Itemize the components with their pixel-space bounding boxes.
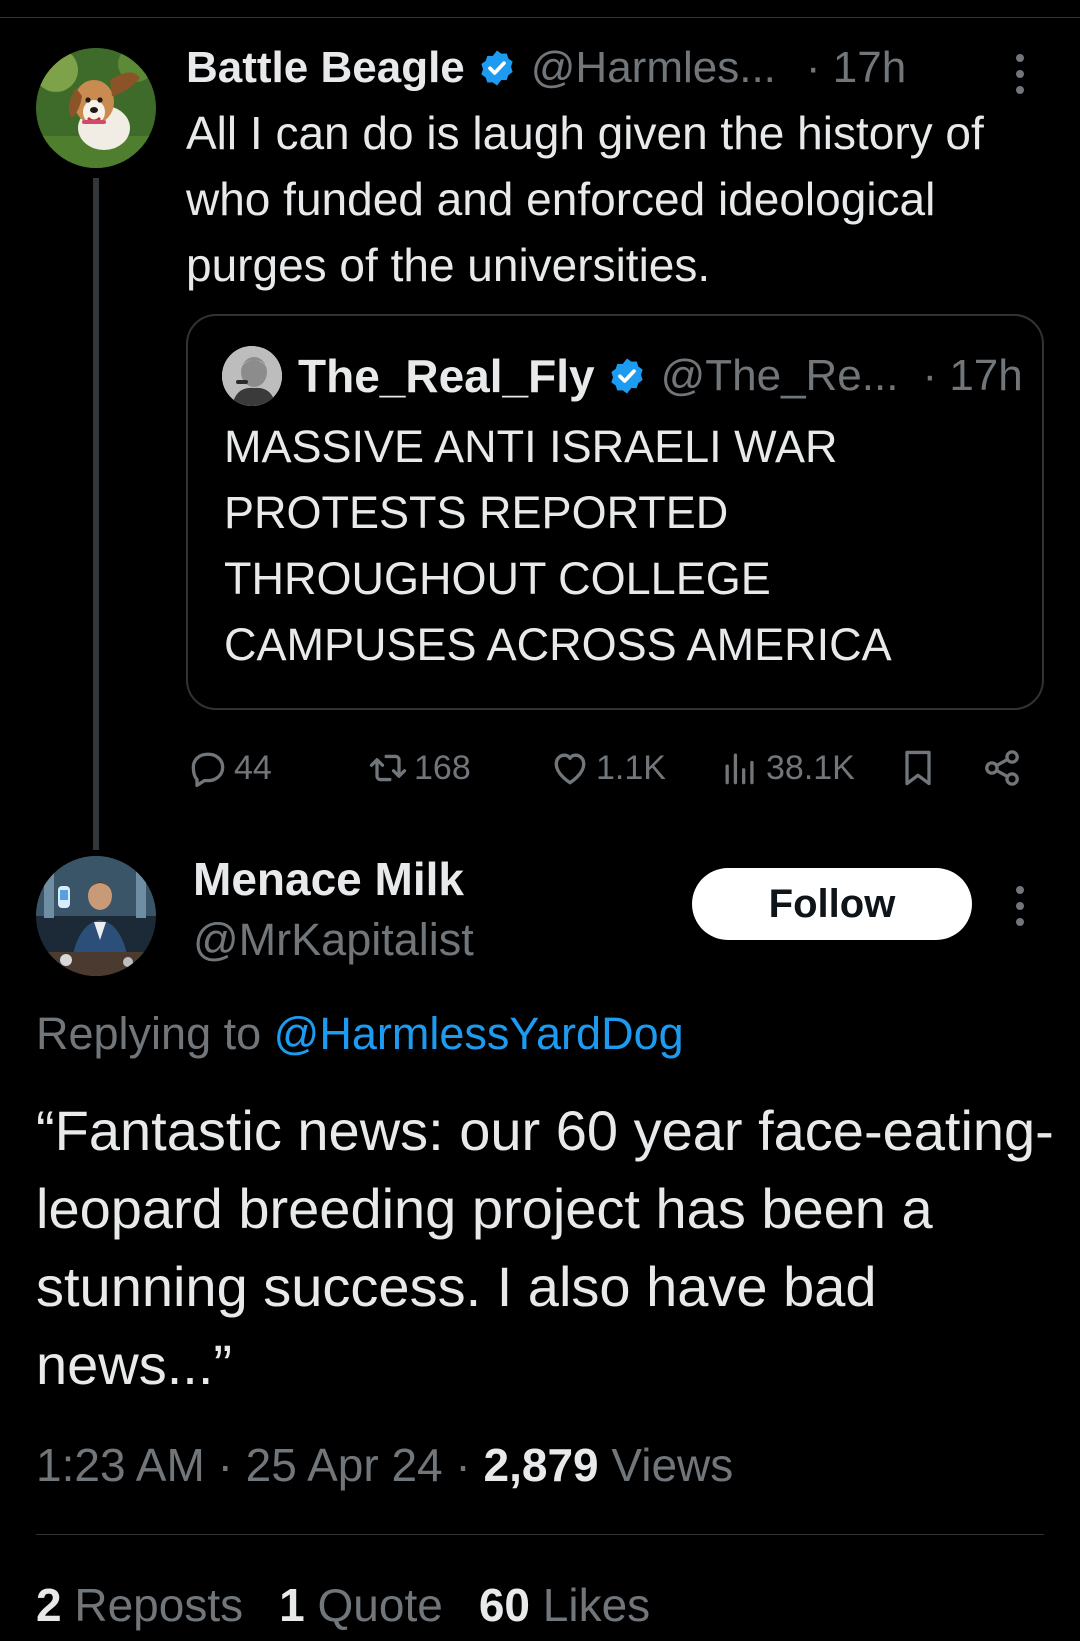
verified-badge-icon (477, 48, 517, 88)
quoted-tweet-card[interactable]: The_Real_Fly @The_Re... · 17h MASSIVE AN… (186, 314, 1044, 710)
like-button[interactable]: 1.1K (548, 740, 666, 796)
parent-handle[interactable]: @Harmles... (531, 43, 776, 93)
meta-separator: · (455, 1439, 484, 1491)
like-count: 1.1K (596, 748, 666, 787)
quoted-tweet-text: MASSIVE ANTI ISRAELI WAR PROTESTS REPORT… (224, 421, 892, 670)
quotes-stat[interactable]: 1 Quote (279, 1579, 443, 1631)
reply-icon (191, 752, 225, 788)
views-label: Views (611, 1439, 734, 1491)
likes-count: 60 (478, 1579, 530, 1631)
parent-tweet-text: All I can do is laugh given the history … (186, 107, 984, 291)
portrait-avatar-image (222, 346, 282, 406)
thread-line (93, 178, 99, 850)
likes-label: Likes (542, 1579, 651, 1631)
engagement-stats: 2 Reposts 1 Quote 60 Likes (36, 1578, 650, 1632)
verified-badge-icon (607, 356, 647, 396)
parent-timestamp[interactable]: · 17h (806, 43, 906, 93)
tweet-action-bar: 44 168 1.1K 38.1K (186, 740, 1046, 796)
meta-separator: · (217, 1439, 246, 1491)
avatar-the-real-fly (222, 346, 282, 406)
repost-icon (369, 754, 407, 782)
view-count: 38.1K (766, 748, 855, 787)
repost-button[interactable]: 168 (366, 740, 471, 796)
more-options-icon[interactable] (1015, 54, 1025, 102)
main-display-name[interactable]: Menace Milk (193, 852, 464, 906)
parent-display-name[interactable]: Battle Beagle (186, 43, 465, 93)
reply-button[interactable]: 44 (186, 740, 272, 796)
parent-tweet-header: Battle Beagle @Harmles... · 17h (186, 40, 906, 96)
avatar-menace-milk[interactable] (36, 856, 156, 976)
quotes-count: 1 (279, 1579, 305, 1631)
replying-mention-link[interactable]: @HarmlessYardDog (274, 1008, 684, 1059)
quoted-timestamp: · 17h (922, 351, 1023, 400)
beagle-avatar-image (36, 48, 156, 168)
tweet-time[interactable]: 1:23 AM (36, 1439, 205, 1491)
views-count: 2,879 (483, 1439, 599, 1491)
reposts-label: Reposts (74, 1579, 244, 1631)
stats-divider (36, 1534, 1044, 1535)
replying-prefix: Replying to (36, 1008, 262, 1059)
more-options-icon[interactable] (1015, 886, 1025, 934)
replying-to-line: Replying to @HarmlessYardDog (36, 1008, 684, 1060)
reposts-count: 2 (36, 1579, 62, 1631)
quoted-display-name: The_Real_Fly (298, 350, 595, 402)
heart-icon (554, 753, 586, 785)
top-divider (0, 17, 1080, 18)
tweet-date[interactable]: 25 Apr 24 (246, 1439, 443, 1491)
reposts-stat[interactable]: 2 Reposts (36, 1579, 243, 1631)
quoted-tweet-header: The_Real_Fly @The_Re... · 17h (298, 346, 1023, 406)
avatar-battle-beagle[interactable] (36, 48, 156, 168)
share-icon (985, 750, 1019, 786)
reply-count: 44 (234, 748, 272, 787)
bookmark-icon (905, 750, 931, 786)
likes-stat[interactable]: 60 Likes (479, 1579, 650, 1631)
analytics-icon (725, 753, 754, 785)
share-button[interactable] (980, 740, 1028, 796)
menace-milk-avatar-image (36, 856, 156, 976)
quotes-label: Quote (317, 1579, 443, 1631)
quoted-handle: @The_Re... (660, 351, 899, 400)
repost-count: 168 (414, 748, 471, 787)
follow-button[interactable]: Follow (692, 868, 972, 940)
main-tweet-text: “Fantastic news: our 60 year face-eating… (36, 1099, 1054, 1396)
tweet-meta: 1:23 AM · 25 Apr 24 · 2,879 Views (36, 1438, 733, 1492)
views-button[interactable]: 38.1K (718, 740, 855, 796)
main-handle[interactable]: @MrKapitalist (193, 914, 474, 966)
bookmark-button[interactable] (896, 740, 944, 796)
